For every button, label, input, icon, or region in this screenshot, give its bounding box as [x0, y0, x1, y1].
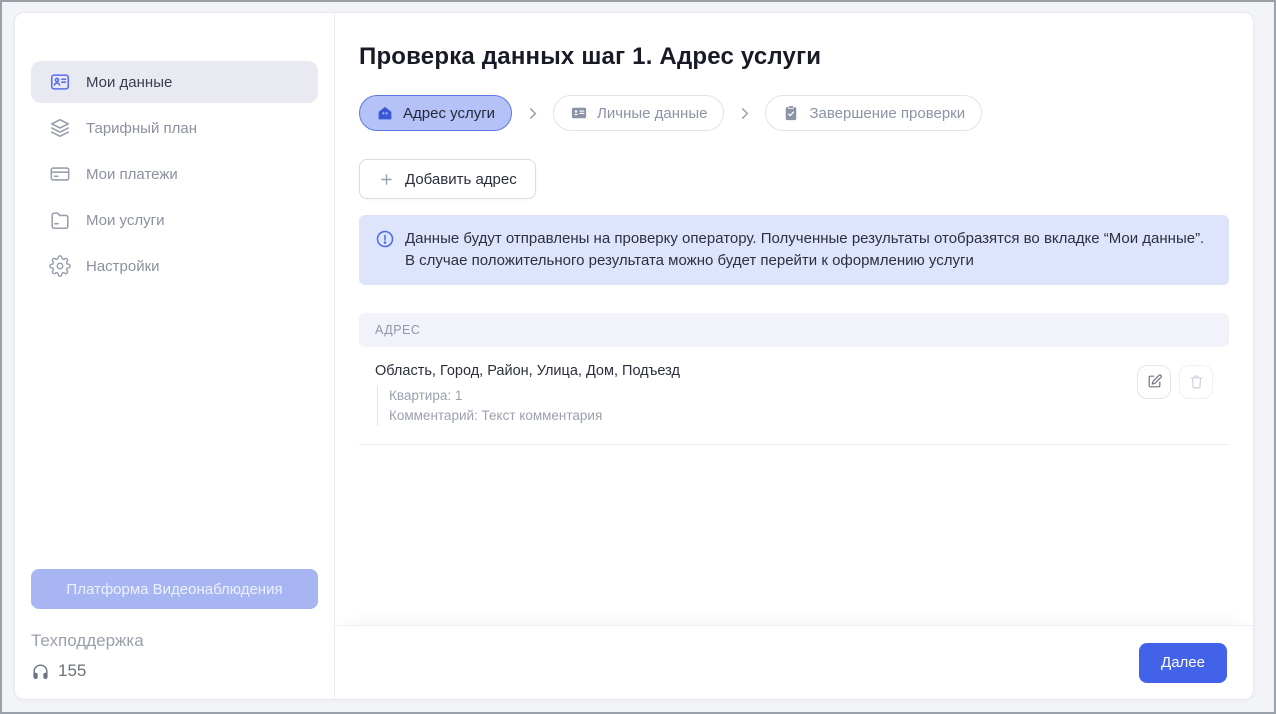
page-title: Проверка данных шаг 1. Адрес услуги: [359, 43, 1229, 71]
main-area: Проверка данных шаг 1. Адрес услуги Адре…: [335, 13, 1253, 699]
id-badge-icon: [49, 71, 71, 93]
sidebar-item-label: Мои услуги: [86, 212, 165, 229]
info-icon: [375, 229, 395, 249]
support-label: Техподдержка: [31, 631, 318, 651]
step-label: Личные данные: [597, 105, 707, 122]
delete-address-button[interactable]: [1179, 365, 1213, 399]
house-icon: [376, 104, 394, 122]
add-address-button[interactable]: Добавить адрес: [359, 159, 536, 199]
address-comment: Комментарий: Текст комментария: [389, 406, 680, 426]
address-apartment: Квартира: 1: [389, 386, 680, 406]
sidebar-bottom: Платформа Видеонаблюдения Техподдержка 1…: [15, 569, 334, 699]
sidebar-item-label: Настройки: [86, 258, 160, 275]
step-label: Завершение проверки: [809, 105, 965, 122]
edit-icon: [1146, 373, 1163, 390]
sidebar-item-label: Мои платежи: [86, 166, 178, 183]
credit-card-icon: [49, 163, 71, 185]
sidebar-item-settings[interactable]: Настройки: [31, 245, 318, 287]
sidebar-nav: Мои данные Тарифный план: [15, 13, 334, 291]
footer-bar: Далее: [335, 625, 1253, 699]
main-content: Проверка данных шаг 1. Адрес услуги Адре…: [335, 13, 1253, 625]
app-window: Мои данные Тарифный план: [14, 12, 1254, 700]
chevron-right-icon: [736, 105, 753, 122]
sidebar-item-my-payments[interactable]: Мои платежи: [31, 153, 318, 195]
address-row: Область, Город, Район, Улица, Дом, Подъе…: [359, 347, 1229, 446]
add-address-label: Добавить адрес: [405, 171, 517, 188]
step-label: Адрес услуги: [403, 105, 495, 122]
stepper: Адрес услуги: [359, 95, 1229, 131]
layers-icon: [49, 117, 71, 139]
edit-address-button[interactable]: [1137, 365, 1171, 399]
address-info: Область, Город, Район, Улица, Дом, Подъе…: [375, 363, 680, 427]
support-phone: 155: [58, 661, 86, 681]
chevron-right-icon: [524, 105, 541, 122]
address-text: Область, Город, Район, Улица, Дом, Подъе…: [375, 363, 680, 379]
sidebar: Мои данные Тарифный план: [15, 13, 335, 699]
trash-icon: [1188, 373, 1205, 390]
sidebar-item-my-services[interactable]: Мои услуги: [31, 199, 318, 241]
support-phone-row: 155: [31, 661, 318, 681]
next-button[interactable]: Далее: [1139, 643, 1227, 683]
id-card-icon: [570, 104, 588, 122]
info-banner: Данные будут отправлены на проверку опер…: [359, 215, 1229, 285]
platform-video-button[interactable]: Платформа Видеонаблюдения: [31, 569, 318, 609]
sidebar-item-my-data[interactable]: Мои данные: [31, 61, 318, 103]
gear-icon: [49, 255, 71, 277]
address-table-header: АДРЕС: [359, 313, 1229, 347]
address-column-header: АДРЕС: [375, 323, 420, 337]
address-row-actions: [1137, 365, 1213, 399]
sidebar-item-tariff-plan[interactable]: Тарифный план: [31, 107, 318, 149]
address-details: Квартира: 1 Комментарий: Текст комментар…: [377, 386, 680, 427]
step-verification-complete[interactable]: Завершение проверки: [765, 95, 982, 131]
sidebar-item-label: Мои данные: [86, 74, 172, 91]
step-address-service[interactable]: Адрес услуги: [359, 95, 512, 131]
sidebar-item-label: Тарифный план: [86, 120, 197, 137]
folder-icon: [49, 209, 71, 231]
plus-icon: [378, 171, 395, 188]
info-banner-text: Данные будут отправлены на проверку опер…: [405, 228, 1213, 272]
headphones-icon: [31, 662, 50, 681]
clipboard-check-icon: [782, 104, 800, 122]
step-personal-data[interactable]: Личные данные: [553, 95, 724, 131]
